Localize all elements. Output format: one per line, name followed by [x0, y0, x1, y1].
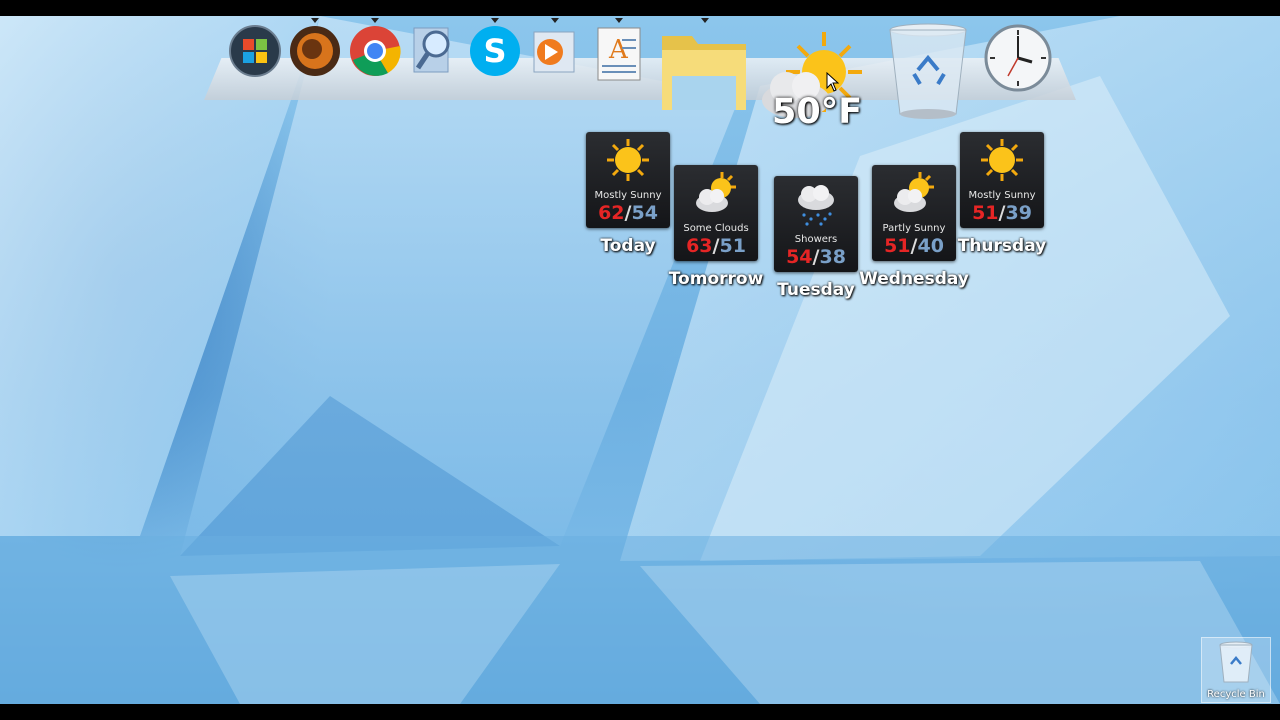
- forecast-card: Showers 54/38: [774, 176, 858, 272]
- chrome-icon[interactable]: [348, 24, 402, 78]
- temperature-range: 51/39: [972, 202, 1032, 224]
- skype-icon[interactable]: S: [468, 24, 522, 78]
- mouse-cursor-icon: [826, 72, 840, 92]
- sun-icon: [981, 139, 1023, 181]
- start-orb-icon[interactable]: [228, 24, 282, 78]
- rain-icon: [798, 185, 834, 226]
- forecast-card: Mostly Sunny 62/54: [586, 132, 670, 228]
- svg-text:S: S: [483, 32, 506, 70]
- forecast-card: Mostly Sunny 51/39: [960, 132, 1044, 228]
- partly-cloudy-icon: [696, 172, 736, 212]
- forecast-day[interactable]: Mostly Sunny 51/39 Thursday: [958, 132, 1046, 256]
- current-temperature: 50°F: [772, 92, 863, 132]
- running-indicator: [701, 18, 709, 23]
- forecast-card: Some Clouds 63/51: [674, 165, 758, 261]
- wordpad-icon[interactable]: A: [594, 26, 644, 82]
- condition-label: Partly Sunny: [882, 223, 946, 234]
- condition-label: Some Clouds: [683, 223, 749, 234]
- desktop-background: [0, 16, 1280, 704]
- condition-label: Mostly Sunny: [968, 190, 1036, 201]
- forecast-day[interactable]: Showers 54/38 Tuesday: [774, 176, 858, 300]
- temperature-range: 62/54: [598, 202, 658, 224]
- bottom-black-bar: [0, 704, 1280, 720]
- running-indicator: [491, 18, 499, 23]
- running-indicator: [311, 18, 319, 23]
- sun-icon: [607, 139, 649, 181]
- recycle-bin-label: Recycle Bin: [1207, 689, 1265, 700]
- temperature-range: 54/38: [786, 246, 846, 268]
- media-player-icon[interactable]: [530, 26, 580, 76]
- running-indicator: [371, 18, 379, 23]
- desktop-recycle-bin[interactable]: Recycle Bin: [1201, 637, 1271, 703]
- recycle-bin-icon[interactable]: [886, 22, 970, 122]
- iceberg-wallpaper: [0, 16, 1280, 704]
- day-label: Thursday: [957, 236, 1047, 256]
- top-black-bar: [0, 0, 1280, 16]
- search-icon[interactable]: [410, 22, 462, 78]
- running-indicator: [615, 18, 623, 23]
- forecast-day[interactable]: Mostly Sunny 62/54 Today: [586, 132, 670, 256]
- day-label: Wednesday: [859, 269, 969, 289]
- running-indicator: [551, 18, 559, 23]
- firefox-icon[interactable]: [288, 24, 342, 78]
- folder-icon[interactable]: [658, 20, 750, 114]
- temperature-range: 63/51: [686, 235, 746, 257]
- forecast-day[interactable]: Some Clouds 63/51 Tomorrow: [669, 165, 763, 289]
- condition-label: Mostly Sunny: [594, 190, 662, 201]
- clock-icon[interactable]: [984, 24, 1052, 92]
- recycle-bin-icon: [1219, 641, 1253, 683]
- partly-cloudy-icon: [894, 172, 934, 212]
- condition-label: Showers: [794, 234, 838, 245]
